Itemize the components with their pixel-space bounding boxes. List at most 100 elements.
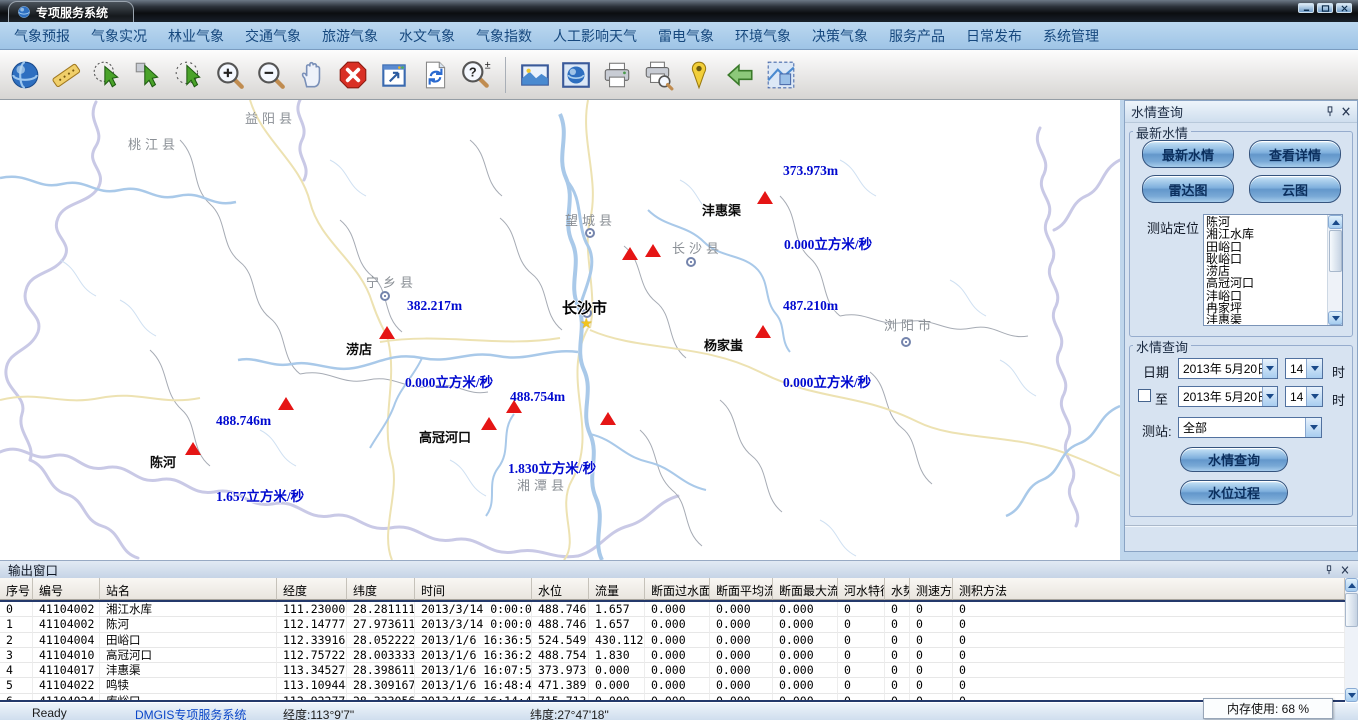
menu-item-3[interactable]: 林业气象 <box>168 26 224 46</box>
scroll-up-button[interactable] <box>1328 215 1343 229</box>
app-tab[interactable]: 专项服务系统 <box>8 1 134 22</box>
column-header-2[interactable]: 编号 <box>33 578 100 600</box>
measure-button[interactable] <box>50 59 82 91</box>
station-triangle-marker[interactable] <box>185 442 201 455</box>
station-triangle-marker[interactable] <box>506 400 522 413</box>
column-header-9[interactable]: 断面过水面 <box>645 578 710 600</box>
select-lasso-button[interactable] <box>91 59 123 91</box>
column-header-5[interactable]: 纬度 <box>347 578 415 600</box>
table-row-0[interactable]: 041104002湘江水库111.23000028.2811112013/3/1… <box>0 602 1345 617</box>
station-triangle-marker[interactable] <box>755 325 771 338</box>
back-arrow-button[interactable] <box>724 59 756 91</box>
print-button[interactable] <box>601 59 633 91</box>
dropdown-button[interactable] <box>1262 387 1277 406</box>
pin-icon[interactable] <box>1325 106 1335 117</box>
overview-map-button[interactable] <box>765 59 797 91</box>
menu-item-4[interactable]: 交通气象 <box>245 26 301 46</box>
station-triangle-marker[interactable] <box>645 244 661 257</box>
water-level-process-button[interactable]: 水位过程 <box>1180 480 1288 505</box>
zoom-in-button[interactable] <box>214 59 246 91</box>
table-row-2[interactable]: 241104004田峪口112.33916728.0522222013/1/6 … <box>0 633 1345 648</box>
menu-item-9[interactable]: 雷电气象 <box>658 26 714 46</box>
column-header-14[interactable]: 测速方法 <box>910 578 953 600</box>
radar-chart-button[interactable]: 雷达图 <box>1142 175 1234 203</box>
menu-item-10[interactable]: 环境气象 <box>735 26 791 46</box>
dropdown-button[interactable] <box>1306 359 1322 378</box>
table-scrollbar[interactable] <box>1345 578 1358 702</box>
hour-from-combo[interactable]: 14 <box>1285 358 1323 379</box>
close-button[interactable] <box>1336 3 1352 13</box>
station-listbox[interactable]: 陈河湘江水库田峪口耿峪口涝店高冠河口沣峪口冉家坪沣惠渠 <box>1203 214 1343 326</box>
select-arrow-button[interactable] <box>132 59 164 91</box>
identify-button[interactable]: ?± <box>460 59 492 91</box>
scroll-thumb[interactable] <box>1345 593 1358 627</box>
column-header-1[interactable]: 序号 <box>0 578 33 600</box>
column-header-13[interactable]: 水势 <box>885 578 910 600</box>
menu-item-11[interactable]: 决策气象 <box>812 26 868 46</box>
menu-item-2[interactable]: 气象实况 <box>91 26 147 46</box>
globe-button[interactable] <box>9 59 41 91</box>
dropdown-button[interactable] <box>1262 359 1277 378</box>
station-triangle-marker[interactable] <box>600 412 616 425</box>
station-triangle-marker[interactable] <box>481 417 497 430</box>
pin-icon[interactable] <box>1324 565 1334 575</box>
station-triangle-marker[interactable] <box>757 191 773 204</box>
table-row-5[interactable]: 541104022鸣犊113.10944428.3091672013/1/6 1… <box>0 678 1345 693</box>
date-from-combo[interactable]: 2013年 5月20日 <box>1178 358 1278 379</box>
dropdown-button[interactable] <box>1306 387 1322 406</box>
menu-item-1[interactable]: 气象预报 <box>14 26 70 46</box>
scroll-down-button[interactable] <box>1345 688 1358 702</box>
to-date-checkbox[interactable] <box>1138 389 1151 402</box>
cloud-image-button[interactable]: 云图 <box>1249 175 1341 203</box>
locate-pin-button[interactable] <box>683 59 715 91</box>
station-triangle-marker[interactable] <box>278 397 294 410</box>
close-icon[interactable] <box>1340 565 1350 575</box>
menu-item-14[interactable]: 系统管理 <box>1043 26 1099 46</box>
water-query-button[interactable]: 水情查询 <box>1180 447 1288 472</box>
table-row-6[interactable]: 641104024库峪口112.92277828.3330562013/1/6 … <box>0 694 1345 702</box>
dropdown-button[interactable] <box>1305 418 1321 437</box>
table-row-4[interactable]: 441104017沣惠渠113.34527828.3986112013/1/6 … <box>0 663 1345 678</box>
hour-to-combo[interactable]: 14 <box>1285 386 1323 407</box>
column-header-12[interactable]: 河水特征码 <box>838 578 885 600</box>
latest-water-button[interactable]: 最新水情 <box>1142 140 1234 168</box>
scroll-thumb[interactable] <box>1329 230 1342 272</box>
image-view-button[interactable] <box>519 59 551 91</box>
select-dotted-button[interactable] <box>173 59 205 91</box>
zoom-out-button[interactable] <box>255 59 287 91</box>
column-header-7[interactable]: 水位 <box>532 578 589 600</box>
minimize-button[interactable] <box>1298 3 1314 13</box>
close-icon[interactable] <box>1341 106 1351 117</box>
station-list-item-9[interactable]: 沣惠渠 <box>1206 314 1326 324</box>
column-header-4[interactable]: 经度 <box>277 578 347 600</box>
column-header-11[interactable]: 断面最大流 <box>773 578 838 600</box>
map-viewport[interactable]: 益阳县桃江县宁乡县望城县长沙县浏阳市湘潭县沣惠渠涝店高冠河口陈河杨家蚩373.9… <box>0 100 1120 560</box>
scroll-up-button[interactable] <box>1345 578 1358 592</box>
station-list-item-6[interactable]: 高冠河口 <box>1206 277 1326 289</box>
menu-item-13[interactable]: 日常发布 <box>966 26 1022 46</box>
menu-item-5[interactable]: 旅游气象 <box>322 26 378 46</box>
menu-item-12[interactable]: 服务产品 <box>889 26 945 46</box>
listbox-scrollbar[interactable] <box>1327 215 1342 325</box>
print-preview-button[interactable] <box>642 59 674 91</box>
column-header-3[interactable]: 站名 <box>100 578 277 600</box>
stop-button[interactable] <box>337 59 369 91</box>
column-header-15[interactable]: 测积方法 <box>953 578 1345 600</box>
pan-hand-button[interactable] <box>296 59 328 91</box>
date-to-combo[interactable]: 2013年 5月20日 <box>1178 386 1278 407</box>
station-list-item-2[interactable]: 湘江水库 <box>1206 228 1326 240</box>
table-row-3[interactable]: 341104010高冠河口112.75722228.0033332013/1/6… <box>0 648 1345 663</box>
column-header-6[interactable]: 时间 <box>415 578 532 600</box>
menu-item-7[interactable]: 气象指数 <box>476 26 532 46</box>
column-header-10[interactable]: 断面平均流 <box>710 578 773 600</box>
station-triangle-marker[interactable] <box>379 326 395 339</box>
new-window-button[interactable] <box>378 59 410 91</box>
column-header-8[interactable]: 流量 <box>589 578 645 600</box>
refresh-button[interactable] <box>419 59 451 91</box>
table-row-1[interactable]: 141104002陈河112.14777827.9736112013/3/14 … <box>0 617 1345 632</box>
scroll-down-button[interactable] <box>1328 311 1343 325</box>
station-triangle-marker[interactable] <box>622 247 638 260</box>
maximize-button[interactable] <box>1317 3 1333 13</box>
station-select-combo[interactable]: 全部 <box>1178 417 1322 438</box>
menu-item-6[interactable]: 水文气象 <box>399 26 455 46</box>
